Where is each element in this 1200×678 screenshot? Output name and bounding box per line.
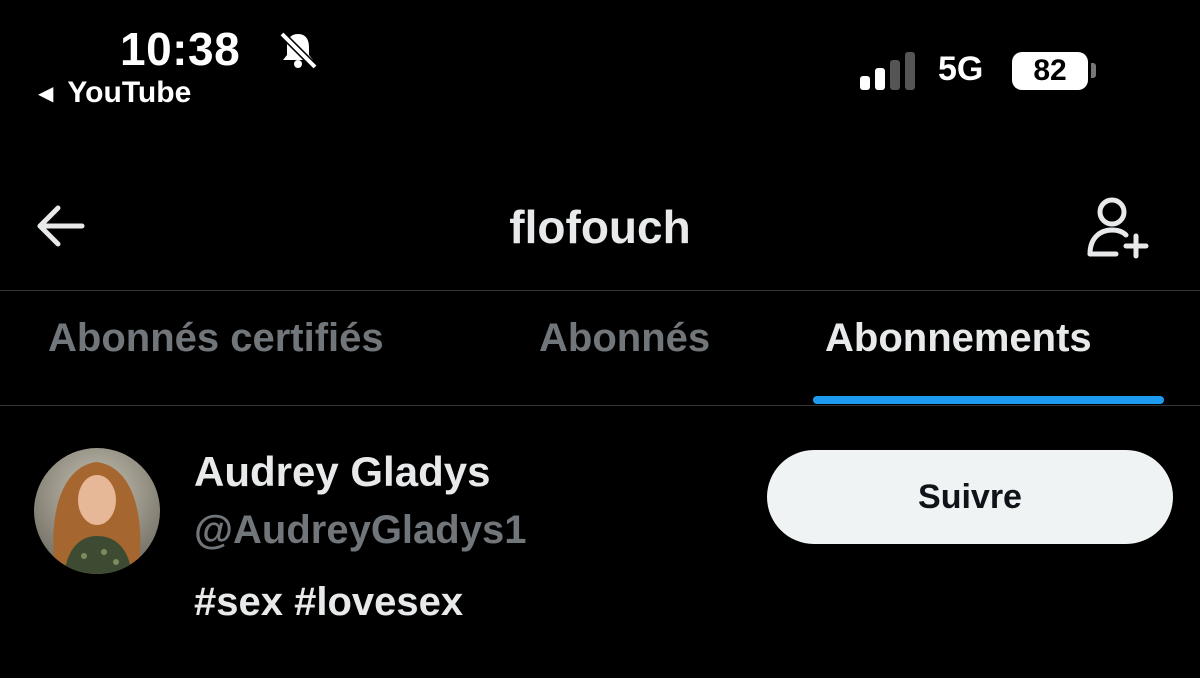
account-name[interactable]: Audrey Gladys [194, 448, 490, 496]
battery-icon: 82 [1012, 52, 1088, 90]
screen: 10:38 ◀ YouTube 5G 82 flofouch Abonnés c… [0, 0, 1200, 678]
page-title: flofouch [509, 201, 691, 253]
follow-button[interactable]: Suivre [767, 450, 1173, 544]
back-to-app-link[interactable]: ◀ YouTube [38, 76, 191, 110]
battery-cap [1091, 63, 1096, 78]
account-handle: @AudreyGladys1 [194, 508, 527, 552]
network-type: 5G [938, 50, 984, 88]
account-bio: #sex #lovesex [194, 580, 464, 624]
tab-verified-followers[interactable]: Abonnés certifiés [48, 316, 384, 361]
status-time: 10:38 [120, 23, 241, 75]
header-divider [0, 290, 1200, 291]
add-user-icon[interactable] [1082, 192, 1152, 262]
tab-following[interactable]: Abonnements [825, 316, 1092, 361]
bell-muted-icon [279, 31, 318, 70]
active-tab-indicator [813, 396, 1164, 404]
tab-followers[interactable]: Abonnés [539, 316, 710, 361]
avatar[interactable] [34, 448, 160, 574]
cellular-signal-icon [860, 52, 915, 90]
back-triangle-icon: ◀ [38, 82, 54, 105]
tabs-divider [0, 405, 1200, 406]
back-app-label: YouTube [67, 76, 192, 109]
battery-level: 82 [1033, 54, 1067, 87]
